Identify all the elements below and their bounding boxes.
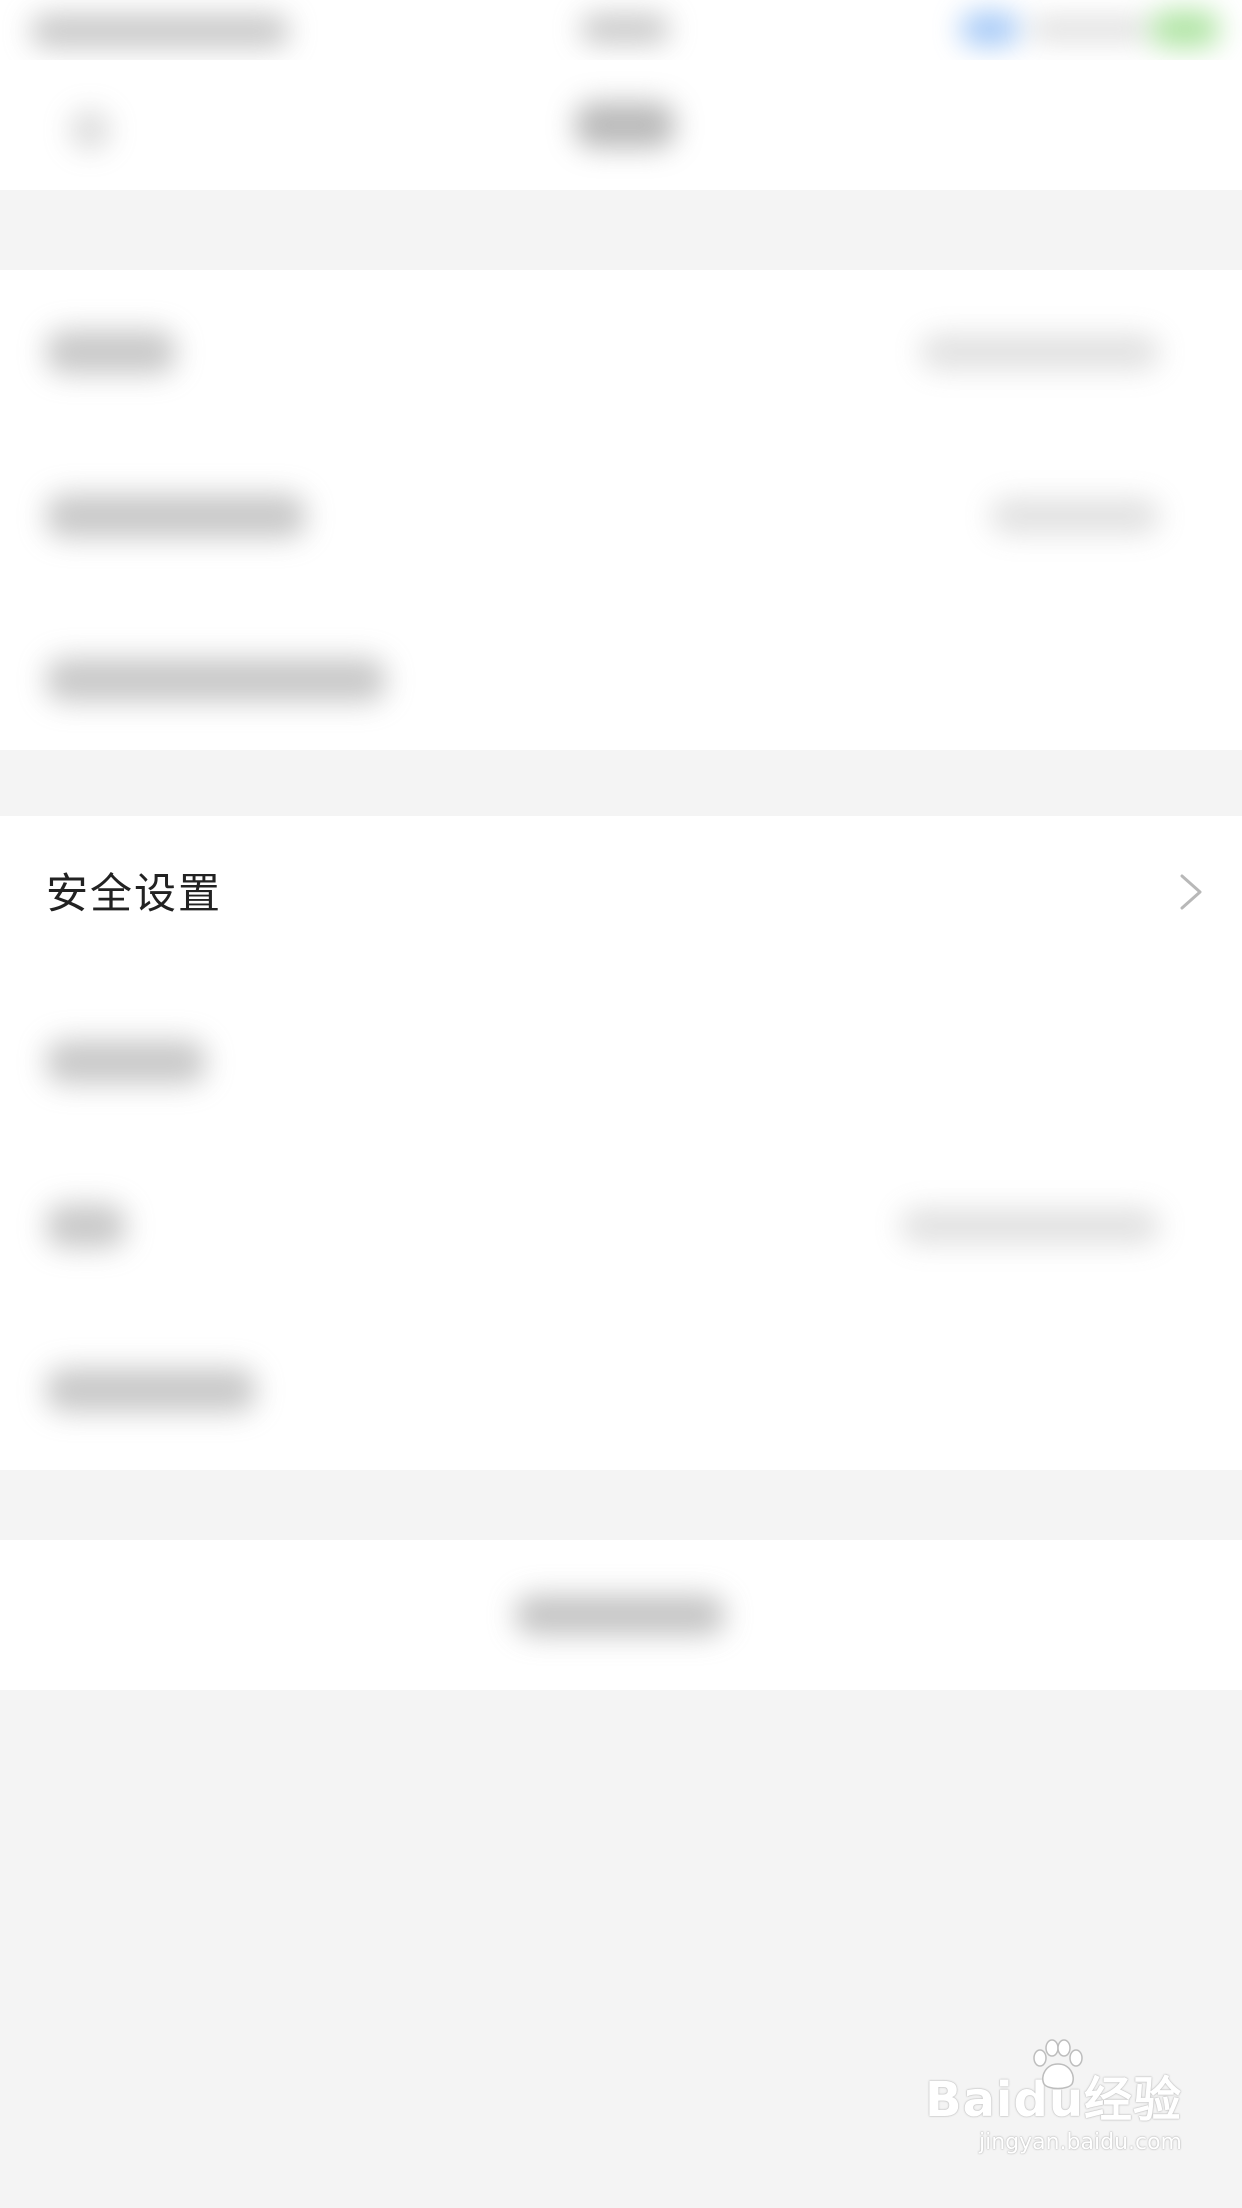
status-time-blurred (580, 14, 670, 44)
settings-item-label: 安全设置 (46, 869, 223, 918)
status-bar (0, 0, 1242, 60)
settings-row-blurred[interactable] (0, 980, 1242, 1144)
row-label-blurred (46, 330, 176, 374)
row-label-blurred (46, 1204, 126, 1248)
settings-row-blurred[interactable] (0, 1308, 1242, 1472)
nav-bar (0, 60, 1242, 190)
chevron-right-icon (1180, 874, 1202, 910)
settings-group-1 (0, 270, 1242, 750)
row-value-blurred (990, 498, 1160, 534)
action-button-blurred[interactable] (515, 1595, 725, 1635)
row-label-blurred (46, 1040, 206, 1084)
row-label-blurred (46, 494, 306, 538)
watermark-url: jingyan.baidu.com (978, 2130, 1182, 2155)
row-value-blurred (900, 1208, 1160, 1244)
row-label-blurred (46, 658, 386, 702)
baidu-paw-icon (1033, 2039, 1083, 2090)
back-icon[interactable] (70, 110, 110, 150)
row-label-blurred (46, 1368, 256, 1412)
status-carrier-blurred (30, 14, 290, 48)
settings-row-blurred[interactable] (0, 1144, 1242, 1308)
status-indicators-blurred (1030, 18, 1150, 40)
settings-item-security[interactable]: 安全设置 (0, 816, 1242, 960)
page-title-blurred (575, 102, 675, 148)
row-value-blurred (920, 334, 1160, 370)
baidu-watermark: Baidu经验 jingyan.baidu.com (922, 2039, 1182, 2180)
battery-icon (1150, 10, 1220, 48)
action-group (0, 1540, 1242, 1690)
settings-row-blurred[interactable] (0, 434, 1242, 598)
settings-row-blurred[interactable] (0, 270, 1242, 434)
settings-row-blurred[interactable] (0, 598, 1242, 762)
status-icon-blurred (960, 12, 1020, 46)
